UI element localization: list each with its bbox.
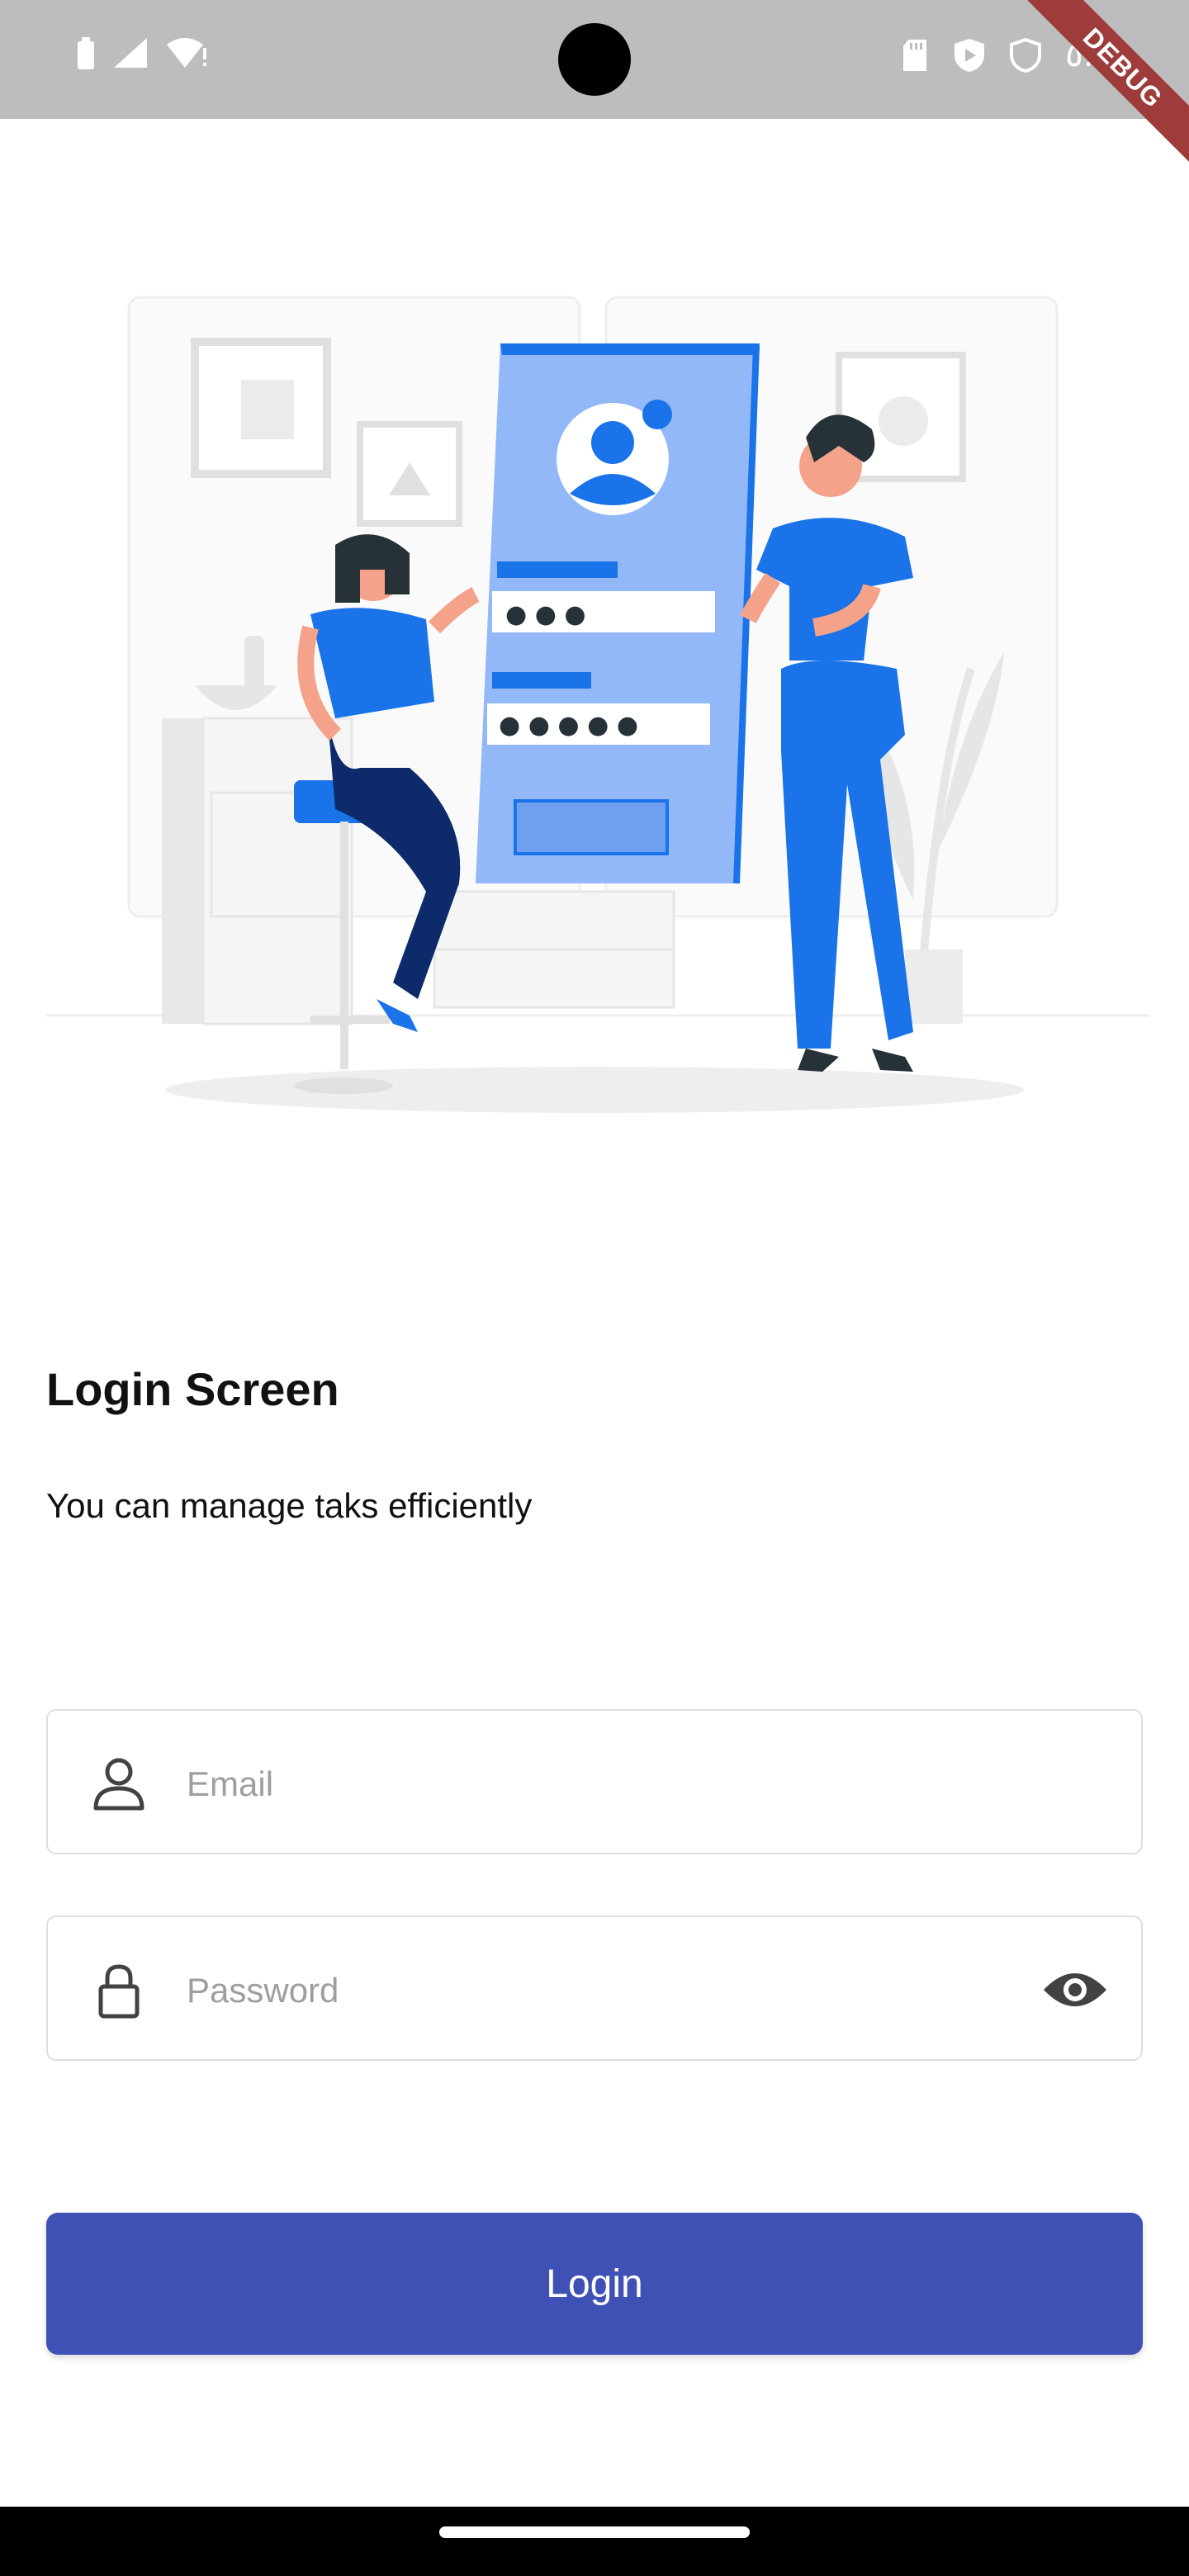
debug-banner: DEBUG bbox=[1021, 0, 1189, 170]
home-indicator[interactable] bbox=[439, 2526, 750, 2538]
lock-icon bbox=[98, 1964, 140, 2019]
email-field[interactable] bbox=[46, 1709, 1143, 1854]
password-field[interactable] bbox=[46, 1915, 1143, 2061]
status-left-icons bbox=[76, 36, 208, 69]
play-icon bbox=[955, 39, 985, 72]
login-button[interactable]: Login bbox=[46, 2213, 1143, 2355]
shield-icon bbox=[1010, 37, 1042, 73]
page-title: Login Screen bbox=[46, 1363, 339, 1415]
person-icon bbox=[93, 1758, 144, 1811]
login-illustration: ● ● ● ● ● ● ● ● bbox=[46, 296, 1149, 1113]
password-input[interactable] bbox=[185, 1950, 1014, 2031]
wifi-icon bbox=[167, 38, 206, 68]
battery-icon bbox=[78, 37, 94, 69]
page-subtitle: You can manage taks efficiently bbox=[46, 1486, 533, 1525]
email-input[interactable] bbox=[185, 1744, 1014, 1825]
navigation-bar bbox=[0, 2507, 1189, 2576]
password-dots-short: ● ● ● bbox=[505, 600, 586, 629]
sd-card-icon bbox=[903, 40, 927, 71]
camera-cutout bbox=[558, 23, 631, 96]
password-dots-long: ● ● ● ● ● bbox=[499, 711, 638, 740]
eye-icon[interactable] bbox=[1042, 1963, 1108, 2016]
signal-icon bbox=[114, 38, 147, 68]
status-bar: ٥:٣٣ DEBUG bbox=[0, 0, 1189, 170]
